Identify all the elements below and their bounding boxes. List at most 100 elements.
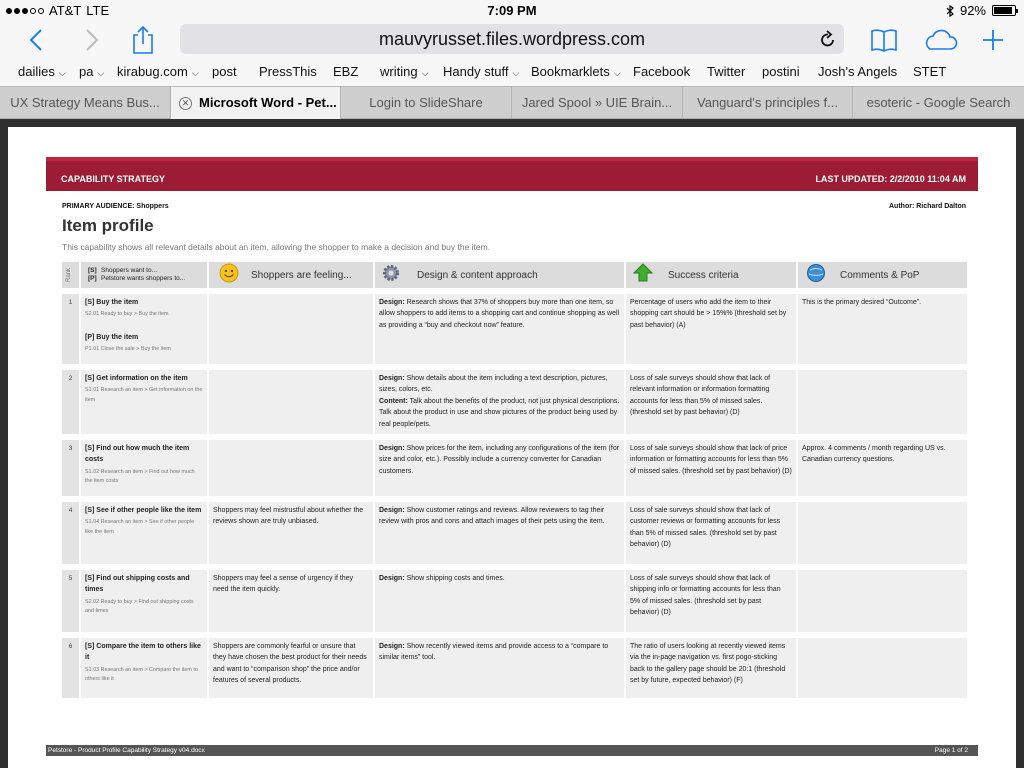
tab-google-search[interactable]: esoteric - Google Search (853, 87, 1024, 119)
reload-icon[interactable] (820, 30, 836, 48)
chevron-down-icon: ⌵ (97, 68, 105, 78)
bookmark-bookmarklets[interactable]: Bookmarklets ⌵ (531, 64, 621, 79)
bookmarks-button[interactable] (868, 24, 900, 56)
story-path: S2.01 Ready to buy > Buy the item (85, 311, 169, 318)
table-row: 4 [S] See if other people like the item … (62, 496, 967, 564)
table-row: 6 [S] Compare the item to others like it… (62, 632, 967, 698)
chevron-left-icon (29, 29, 42, 51)
rank-cell: 5 (62, 564, 81, 632)
bookmark-facebook[interactable]: Facebook (633, 64, 690, 79)
story-title: [S] Find out shipping costs and times (85, 575, 190, 594)
table-row: 5 [S] Find out shipping costs and times … (62, 564, 967, 632)
battery-percent: 92% (959, 3, 986, 18)
chevron-right-icon (86, 29, 99, 51)
success-cell: Loss of sale surveys should show that la… (626, 364, 798, 434)
success-cell: Loss of sale surveys should show that la… (626, 496, 798, 564)
bookmark-pa[interactable]: pa ⌵ (79, 64, 104, 79)
rank-header: Rank (62, 262, 81, 288)
bookmark-post[interactable]: post (212, 64, 237, 79)
share-button[interactable] (128, 24, 158, 56)
success-cell: Percentage of users who add the item to … (626, 288, 798, 364)
design-cell: Design: Show details about the item incl… (375, 364, 626, 434)
bookmarks-bar: dailies ⌵ pa ⌵ kirabug.com ⌵ post PressThis… (0, 58, 1024, 86)
feeling-header: Shoppers are feeling... (209, 262, 375, 288)
book-icon (871, 29, 897, 52)
share-icon (133, 26, 153, 54)
table-row: 2 [S] Get information on the item S1.01 … (62, 364, 967, 434)
bookmark-kirabug[interactable]: kirabug.com ⌵ (117, 64, 199, 79)
bookmark-pressthis[interactable]: PressThis (259, 64, 317, 79)
table-header-row: Rank [S] Shoppers want to... [P] Petstore … (62, 262, 967, 288)
story-header: [S] Shoppers want to... [P] Petstore wants… (81, 262, 209, 288)
ipad-screen: AT&T LTE 7:09 PM 92% mauvyrusset.files.w… (0, 0, 1024, 768)
primary-audience: PRIMARY AUDIENCE: Shoppers (62, 203, 169, 210)
footer-page-number: Page 1 of 2 (934, 747, 968, 754)
story-path: S1.03 Research an item > Compare the ite… (85, 666, 198, 683)
comments-header: Comments & PoP (798, 262, 967, 288)
bookmark-joshs-angels[interactable]: Josh's Angels (818, 64, 897, 79)
page-title: Item profile (62, 216, 154, 235)
smiley-icon (219, 263, 239, 283)
battery-icon (992, 5, 1018, 16)
doc-footer: Petstore - Product Profile Capability St… (46, 745, 978, 756)
bookmark-ebz[interactable]: EBZ (333, 64, 358, 79)
story-title: [S] See if other people like the item (85, 507, 202, 514)
success-cell: Loss of sale surveys should show that la… (626, 434, 798, 496)
bookmark-twitter[interactable]: Twitter (707, 64, 745, 79)
story-cell: [S] Get information on the item S1.01 Re… (81, 364, 209, 434)
doc-banner: CAPABILITY STRATEGY LAST UPDATED: 2/2/20… (46, 157, 978, 191)
feeling-cell: Shoppers may feel a sense of urgency if … (209, 564, 375, 632)
tab-slideshare[interactable]: Login to SlideShare (341, 87, 512, 119)
chevron-down-icon: ⌵ (421, 68, 429, 78)
story-cell: [S] Find out shipping costs and times S2… (81, 564, 209, 632)
close-icon[interactable]: ✕ (179, 97, 192, 111)
bookmark-dailies[interactable]: dailies ⌵ (18, 64, 66, 79)
forward-button[interactable] (78, 24, 106, 56)
story-cell: [S] Buy the item S2.01 Ready to buy > Bu… (81, 288, 209, 364)
story-cell: [S] See if other people like the item S1… (81, 496, 209, 564)
story-title: [S] Buy the item (85, 299, 139, 306)
story-path: P1.01 Close the sale > Buy the item (85, 346, 171, 353)
success-cell: Loss of sale surveys should show that la… (626, 564, 798, 632)
story-path: S1.01 Research an item > Get information… (85, 387, 203, 403)
comments-cell: This is the primary desired “Outcome”. (798, 288, 967, 364)
address-bar[interactable]: mauvyrusset.files.wordpress.com (180, 24, 844, 54)
bookmark-stet[interactable]: STET (913, 64, 946, 79)
table-row: 1 [S] Buy the item S2.01 Ready to buy > … (62, 288, 967, 364)
story-path: S1.02 Research an item > Find out how mu… (85, 468, 195, 485)
back-button[interactable] (22, 24, 50, 56)
globe-icon (807, 264, 825, 282)
design-header: Design & content approach (375, 262, 626, 288)
bookmark-writing[interactable]: writing ⌵ (380, 64, 428, 79)
footer-filename: Petstore - Product Profile Capability St… (48, 747, 205, 754)
bookmark-postini[interactable]: postini (762, 64, 800, 79)
design-cell: Design: Show recently viewed items and p… (375, 632, 626, 698)
comments-cell: Approx. 4 comments / month regarding US … (798, 434, 967, 496)
comments-cell (798, 564, 967, 632)
comments-cell (798, 632, 967, 698)
tab-vanguard[interactable]: Vanguard's principles f... (683, 87, 853, 119)
story-title: [S] Find out how much the item costs (85, 445, 190, 464)
table-row: 3 [S] Find out how much the item costs S… (62, 434, 967, 496)
banner-title: CAPABILITY STRATEGY (61, 174, 166, 184)
rank-cell: 4 (62, 496, 81, 564)
design-cell: Design: Research shows that 37% of shopp… (375, 288, 626, 364)
page-description: This capability shows all relevant detai… (62, 242, 491, 252)
design-cell: Design: Show prices for the item, includ… (375, 434, 626, 496)
plus-icon (983, 30, 1003, 50)
tab-microsoft-word[interactable]: ✕ Microsoft Word - Pet... (171, 87, 341, 119)
tab-ux-strategy[interactable]: UX Strategy Means Bus... (0, 87, 171, 119)
success-header: Success criteria (626, 262, 798, 288)
clock: 7:09 PM (487, 3, 537, 18)
bookmark-handy-stuff[interactable]: Handy stuff ⌵ (443, 64, 519, 79)
new-tab-button[interactable] (978, 24, 1008, 56)
tab-jared-spool[interactable]: Jared Spool » UIE Brain... (512, 87, 683, 119)
gear-icon (383, 265, 399, 281)
comments-cell (798, 496, 967, 564)
feeling-cell (209, 288, 375, 364)
chevron-down-icon: ⌵ (58, 68, 66, 78)
story-path: S2.02 Ready to buy > Find out shipping c… (85, 598, 194, 615)
chevron-down-icon: ⌵ (613, 68, 621, 78)
icloud-tabs-button[interactable] (920, 24, 960, 56)
cloud-icon (925, 29, 958, 50)
